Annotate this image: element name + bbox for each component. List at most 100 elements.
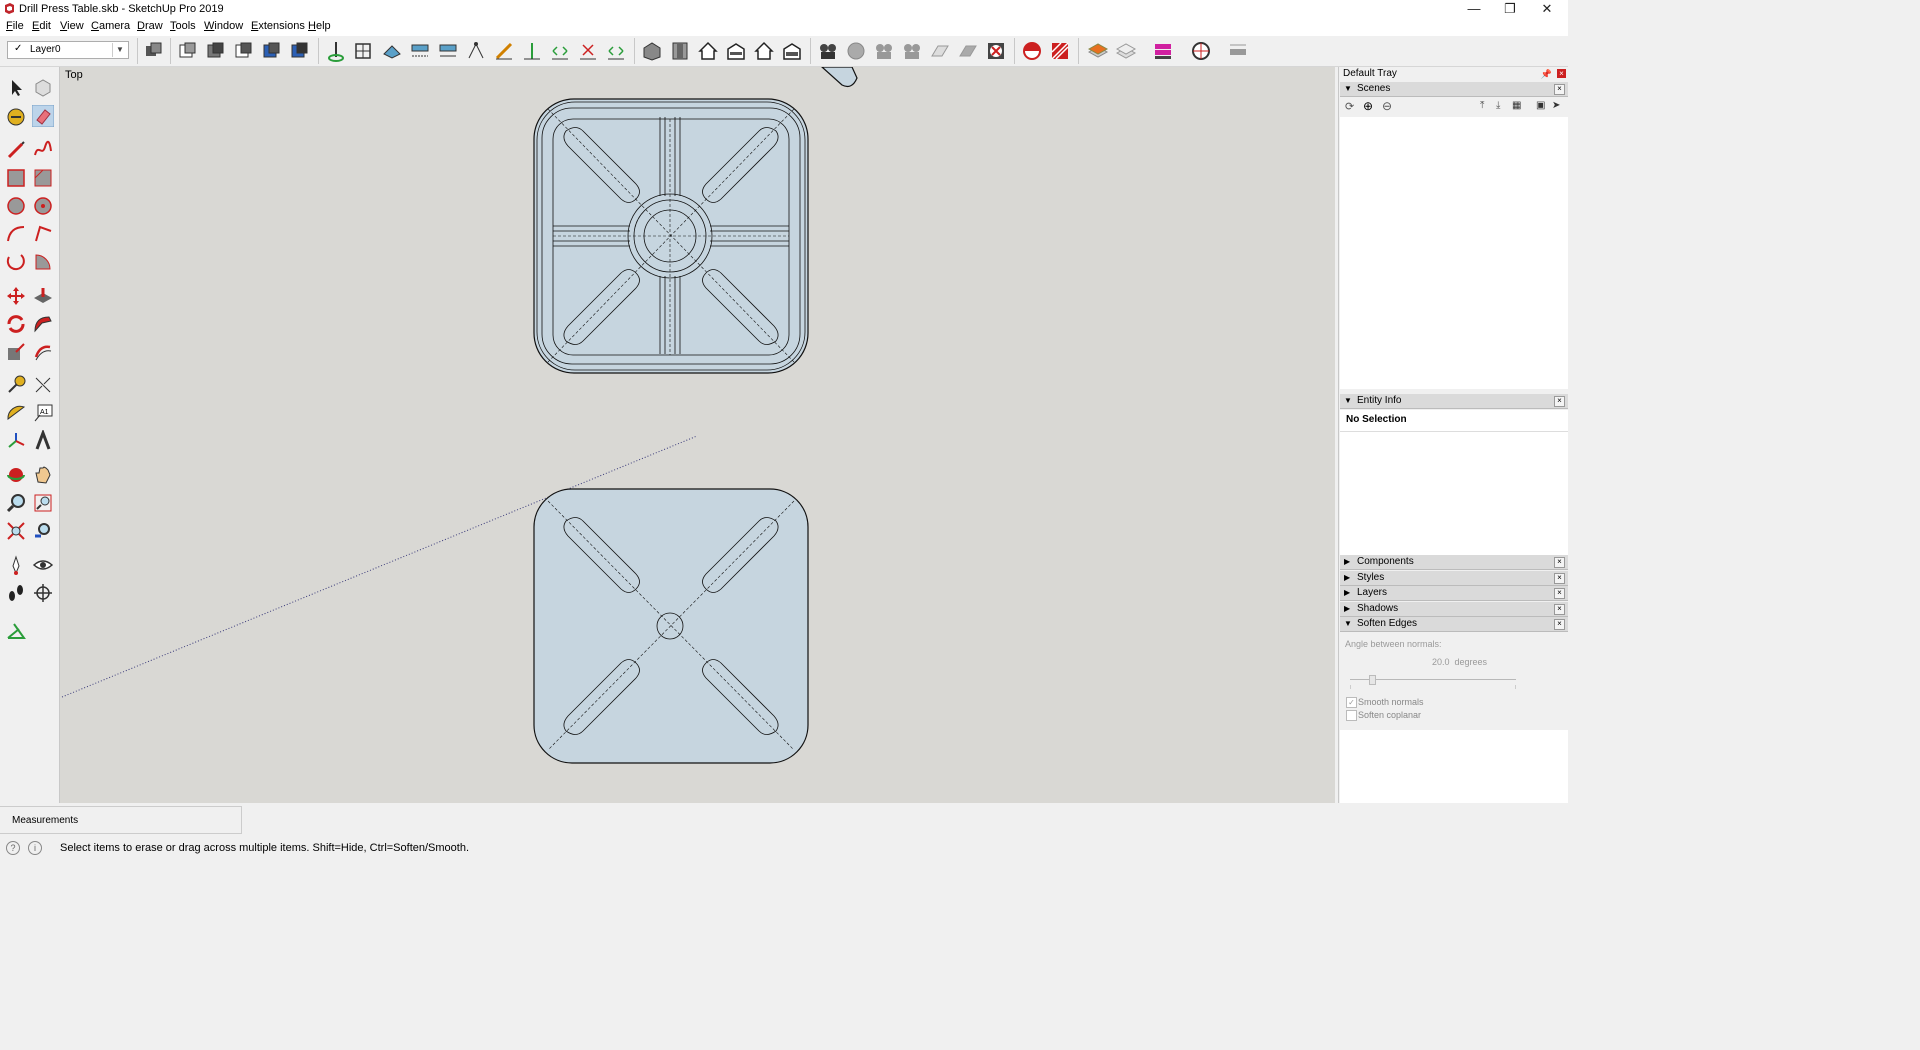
stamp-icon[interactable]	[409, 40, 431, 62]
section-plane-icon[interactable]	[1021, 40, 1043, 62]
soften-coplanar-checkbox[interactable]	[1346, 710, 1357, 721]
layer-manager-icon[interactable]	[1152, 40, 1174, 62]
camera-icon[interactable]	[817, 40, 839, 62]
remove-scene-icon[interactable]: ⊖	[1382, 99, 1392, 113]
info-icon[interactable]: i	[28, 841, 42, 855]
section-fill-icon[interactable]	[1049, 40, 1071, 62]
close-icon[interactable]: ×	[1554, 573, 1565, 584]
show-details-icon[interactable]: ➤	[1552, 100, 1560, 111]
styles-panel-header[interactable]: ▶ Styles ×	[1340, 571, 1568, 586]
geo-location-icon[interactable]	[1190, 40, 1212, 62]
menu-camera[interactable]: Camera	[91, 20, 130, 32]
tray-close-icon[interactable]: ×	[1557, 69, 1566, 78]
view-options-icon[interactable]: ▦	[1512, 100, 1521, 111]
pin-icon[interactable]: 📌	[1541, 67, 1552, 81]
flip-edge-icon[interactable]	[493, 40, 515, 62]
close-icon[interactable]: ×	[1554, 588, 1565, 599]
scale-tool-icon[interactable]	[5, 341, 27, 363]
close-icon[interactable]: ×	[1554, 396, 1565, 407]
3d-text-tool-icon[interactable]	[32, 430, 54, 452]
union-icon[interactable]	[233, 40, 255, 62]
distribute-icon[interactable]	[605, 40, 627, 62]
dimension-arrows-icon[interactable]	[521, 40, 543, 62]
select-tool-icon[interactable]	[5, 77, 27, 99]
follow-me-tool-icon[interactable]	[32, 313, 54, 335]
orbit-tool-icon[interactable]	[5, 464, 27, 486]
top-view-icon[interactable]	[669, 40, 691, 62]
close-icon[interactable]: ×	[1554, 84, 1565, 95]
front-view-icon[interactable]	[697, 40, 719, 62]
close-icon[interactable]: ×	[1554, 619, 1565, 630]
subtract-icon[interactable]	[261, 40, 283, 62]
angle-slider-thumb[interactable]	[1369, 675, 1376, 685]
pan-tool-icon[interactable]	[32, 464, 54, 486]
sandbox-tool-icon[interactable]	[5, 620, 27, 642]
menu-draw[interactable]: Draw	[137, 20, 163, 32]
offset-tool-icon[interactable]	[32, 341, 54, 363]
scenes-panel-header[interactable]: ▼ Scenes ×	[1340, 82, 1568, 97]
paint-bucket-icon[interactable]	[5, 105, 27, 127]
components-panel-header[interactable]: ▶ Components ×	[1340, 555, 1568, 570]
chevron-down-icon[interactable]: ▼	[112, 43, 127, 57]
rotate-tool-icon[interactable]	[5, 313, 27, 335]
section-plane-tool-icon[interactable]	[32, 582, 54, 604]
add-detail-icon[interactable]	[465, 40, 487, 62]
menu-help[interactable]: Help	[308, 20, 331, 32]
layer-select[interactable]: ✓ Layer0 ▼	[7, 41, 129, 59]
restore-button[interactable]: ❐	[1492, 0, 1528, 18]
globe-icon[interactable]	[845, 40, 867, 62]
pie-tool-icon[interactable]	[32, 251, 54, 273]
protractor-tool-icon[interactable]	[5, 402, 27, 424]
move-scene-down-icon[interactable]: ⤓	[1496, 100, 1500, 111]
make-component-icon[interactable]	[143, 40, 165, 62]
close-icon[interactable]: ×	[1554, 604, 1565, 615]
axes-tool-icon[interactable]	[5, 430, 27, 452]
move-scene-up-icon[interactable]: ⤒	[1480, 100, 1484, 111]
no-entry-icon[interactable]	[985, 40, 1007, 62]
details-icon[interactable]: ▣	[1536, 100, 1545, 111]
camera-disabled-icon[interactable]	[901, 40, 923, 62]
sandbox-from-scratch-icon[interactable]	[352, 40, 374, 62]
layers-icon[interactable]	[1087, 40, 1109, 62]
soften-edges-panel-header[interactable]: ▼ Soften Edges ×	[1340, 617, 1568, 632]
dimension-tool-icon[interactable]	[32, 374, 54, 396]
dimensions-toolbar-icon[interactable]	[1227, 40, 1249, 62]
position-camera-tool-icon[interactable]	[5, 554, 27, 576]
drawing-viewport[interactable]: Top	[60, 67, 1335, 803]
eraser-tool-icon[interactable]	[32, 105, 54, 127]
close-button[interactable]: ✕	[1529, 0, 1565, 18]
cross-marker-icon[interactable]	[577, 40, 599, 62]
menu-window[interactable]: Window	[204, 20, 243, 32]
rotated-rectangle-tool-icon[interactable]	[32, 167, 54, 189]
shadows-panel-header[interactable]: ▶ Shadows ×	[1340, 602, 1568, 617]
photo-textures-icon[interactable]	[929, 40, 951, 62]
angle-slider[interactable]	[1350, 675, 1516, 685]
menu-edit[interactable]: Edit	[32, 20, 51, 32]
align-center-icon[interactable]	[549, 40, 571, 62]
circle-tool-icon[interactable]	[5, 195, 27, 217]
menu-tools[interactable]: Tools	[170, 20, 196, 32]
line-tool-icon[interactable]	[5, 139, 27, 161]
three-point-arc-tool-icon[interactable]	[5, 251, 27, 273]
zoom-window-tool-icon[interactable]	[32, 492, 54, 514]
walk-tool-icon[interactable]	[5, 582, 27, 604]
camera-disabled-icon[interactable]	[873, 40, 895, 62]
make-component-tool-icon[interactable]	[32, 77, 54, 99]
refresh-scene-icon[interactable]: ⟳	[1345, 100, 1354, 113]
add-scene-icon[interactable]: ⊕	[1363, 99, 1373, 113]
geo-location-status-icon[interactable]: ?	[6, 841, 20, 855]
close-icon[interactable]: ×	[1554, 557, 1565, 568]
trim-icon[interactable]	[289, 40, 311, 62]
terrain-icon[interactable]	[957, 40, 979, 62]
freehand-tool-icon[interactable]	[32, 139, 54, 161]
left-view-icon[interactable]	[781, 40, 803, 62]
arc-tool-icon[interactable]	[5, 223, 27, 245]
polygon-tool-icon[interactable]	[32, 195, 54, 217]
two-point-arc-tool-icon[interactable]	[32, 223, 54, 245]
zoom-extents-tool-icon[interactable]	[5, 520, 27, 542]
model-canvas[interactable]	[60, 67, 1335, 803]
tape-measure-tool-icon[interactable]	[5, 374, 27, 396]
intersect-icon[interactable]	[205, 40, 227, 62]
zoom-tool-icon[interactable]	[5, 492, 27, 514]
back-view-icon[interactable]	[753, 40, 775, 62]
